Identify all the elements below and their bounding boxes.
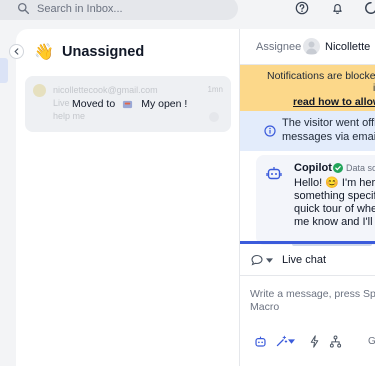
conversation-email: nicollettecook@gmail.com <box>53 85 158 95</box>
avatar <box>33 84 46 97</box>
check-circle-icon <box>333 163 343 173</box>
notification-link[interactable]: read how to allow <box>293 96 375 108</box>
bot-icon[interactable] <box>253 334 267 348</box>
caret-down-icon[interactable] <box>287 334 295 348</box>
assignee-row[interactable]: Assignee Nicollette <box>240 29 375 65</box>
message-input[interactable]: Write a message, press Spac Macro <box>250 288 375 314</box>
tooltip-destination: My open ! <box>141 98 188 110</box>
copilot-message-line: me know and I'll g <box>294 216 375 228</box>
assignee-name[interactable]: Nicollette <box>325 41 370 53</box>
magic-wand-icon[interactable] <box>274 334 288 348</box>
collapse-panel-button[interactable] <box>9 44 24 59</box>
inbox-title: Unassigned <box>62 44 145 60</box>
copilot-message: Copilot Data so Hello! 😊 I'm here someth… <box>256 155 375 246</box>
notification-text: Notifications are blocke <box>267 70 375 82</box>
composer-placeholder-line2: Macro <box>250 301 280 313</box>
nav-selected-indicator[interactable] <box>0 58 8 83</box>
offline-banner: The visitor went offlin messages via ema… <box>240 111 375 151</box>
chevron-left-icon <box>14 48 19 55</box>
workflow-icon[interactable] <box>328 334 342 348</box>
caret-down-icon <box>266 258 273 263</box>
offline-text-line1: The visitor went offlin <box>282 117 375 129</box>
conversation-preview: Live <box>53 98 70 108</box>
channel-selector[interactable]: Live chat <box>240 244 375 276</box>
info-icon <box>264 125 276 137</box>
copilot-message-line: Hello! 😊 I'm here <box>294 177 375 189</box>
wave-emoji: 👋 <box>34 44 54 61</box>
search-placeholder: Search in Inbox... <box>37 2 123 15</box>
copilot-message-text: Hello! 😊 I'm here something specifi quic… <box>294 177 375 229</box>
toolbar-extra-label[interactable]: G <box>368 336 375 347</box>
channel-label: Live chat <box>282 254 327 266</box>
copilot-source: Data so <box>346 163 375 173</box>
conversation-panel: Assignee Nicollette Notifications are bl… <box>240 29 375 366</box>
bot-icon <box>266 167 282 180</box>
copilot-name: Copilot <box>294 162 332 174</box>
composer-toolbar: G <box>240 334 375 352</box>
assignee-label: Assignee <box>256 41 302 53</box>
lightning-icon[interactable] <box>307 334 321 348</box>
chat-bubble-icon <box>251 254 263 266</box>
spinner-icon[interactable] <box>363 0 375 16</box>
help-icon[interactable] <box>294 0 310 16</box>
avatar <box>303 38 320 55</box>
tooltip-prefix: Moved to <box>72 98 116 110</box>
top-bar: Search in Inbox... <box>0 0 375 20</box>
offline-text-line2: messages via email. <box>282 131 375 143</box>
search-bar[interactable]: Search in Inbox... <box>0 0 238 20</box>
notification-banner: Notifications are blocke inc read how to… <box>240 65 375 111</box>
inbox-folder-icon <box>123 100 133 108</box>
copilot-message-line: quick tour of wher <box>294 203 375 215</box>
composer-placeholder-line1: Write a message, press Spac <box>250 288 375 300</box>
copilot-message-line: something specifi <box>294 190 375 202</box>
conversation-time: 1mn <box>207 85 223 94</box>
moved-tooltip: Moved to My open ! <box>72 98 187 110</box>
conversation-preview-2: help me <box>53 111 86 121</box>
bell-icon[interactable] <box>329 0 345 16</box>
channel-badge-icon <box>209 112 219 122</box>
search-icon <box>17 2 30 15</box>
